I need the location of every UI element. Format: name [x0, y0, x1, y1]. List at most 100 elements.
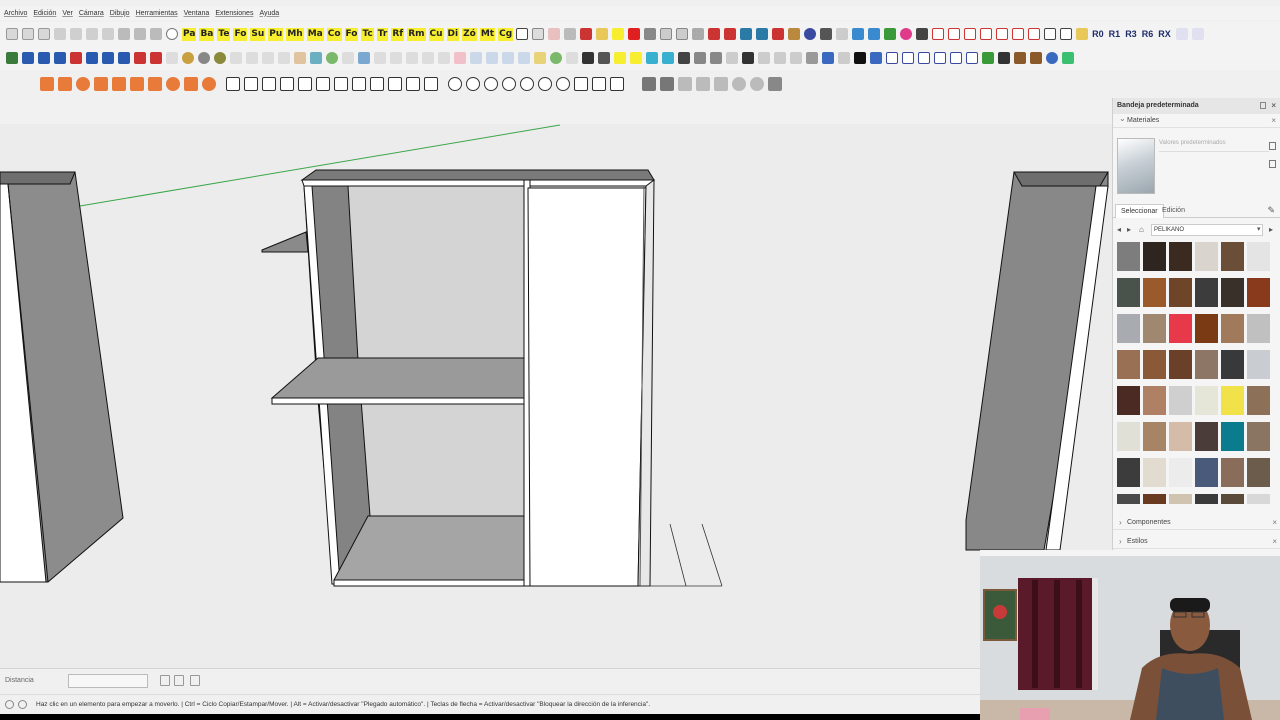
- plugin-icon[interactable]: [950, 52, 962, 64]
- plugin-icon[interactable]: [150, 52, 162, 64]
- plugin-icon[interactable]: [582, 52, 594, 64]
- material-swatch[interactable]: [1117, 350, 1140, 379]
- material-swatch[interactable]: [1221, 278, 1244, 307]
- plugin-icon[interactable]: [772, 28, 785, 40]
- modeling-viewport[interactable]: [0, 98, 1112, 668]
- plugin-icon[interactable]: [86, 52, 98, 64]
- cut-icon[interactable]: [54, 28, 66, 40]
- material-swatch[interactable]: [1169, 458, 1192, 487]
- material-swatch[interactable]: [1169, 350, 1192, 379]
- open-file-icon[interactable]: [22, 28, 34, 40]
- geo-location-icon[interactable]: [5, 700, 14, 709]
- material-swatch[interactable]: [1221, 314, 1244, 343]
- plugin-tag[interactable]: Cu: [428, 27, 444, 41]
- material-swatch[interactable]: [1143, 278, 1166, 307]
- save-icon[interactable]: [38, 28, 50, 40]
- measure-option-icon[interactable]: [160, 675, 170, 686]
- plugin-icon[interactable]: [374, 52, 386, 64]
- plugin-icon[interactable]: [642, 77, 656, 91]
- plugin-tag[interactable]: Fo: [344, 27, 359, 41]
- hardware-icon[interactable]: [484, 77, 498, 91]
- plugin-icon[interactable]: [982, 52, 994, 64]
- plugin-icon[interactable]: [118, 52, 130, 64]
- plugin-icon[interactable]: [660, 28, 673, 40]
- material-swatch[interactable]: [1221, 386, 1244, 415]
- hardware-icon[interactable]: [610, 77, 624, 91]
- material-swatch[interactable]: [1117, 314, 1140, 343]
- hardware-icon[interactable]: [556, 77, 570, 91]
- erase-icon[interactable]: [102, 28, 114, 40]
- plugin-icon[interactable]: [486, 52, 498, 64]
- material-swatch[interactable]: [1143, 494, 1166, 504]
- plugin-icon[interactable]: [676, 28, 689, 40]
- plugin-icon[interactable]: [852, 28, 865, 40]
- hardware-icon[interactable]: [448, 77, 462, 91]
- plugin-icon[interactable]: [1076, 28, 1089, 40]
- plugin-icon[interactable]: [948, 28, 961, 40]
- plugin-icon[interactable]: [662, 52, 674, 64]
- plugin-icon[interactable]: [454, 52, 466, 64]
- hardware-icon[interactable]: [502, 77, 516, 91]
- plugin-icon[interactable]: [710, 52, 722, 64]
- plugin-icon[interactable]: [326, 52, 338, 64]
- select-arrow-icon[interactable]: [22, 52, 34, 64]
- plugin-icon[interactable]: [660, 77, 674, 91]
- material-swatch[interactable]: [1221, 458, 1244, 487]
- plugin-icon[interactable]: [342, 52, 354, 64]
- close-icon[interactable]: ×: [1271, 114, 1276, 128]
- plugin-icon[interactable]: [406, 52, 418, 64]
- plugin-icon[interactable]: [732, 77, 746, 91]
- plugin-icon[interactable]: [438, 52, 450, 64]
- plugin-icon[interactable]: [758, 52, 770, 64]
- hardware-icon[interactable]: [574, 77, 588, 91]
- plugin-tag[interactable]: Te: [217, 27, 231, 41]
- material-swatch[interactable]: [1143, 386, 1166, 415]
- select-arrow-icon[interactable]: [6, 52, 18, 64]
- paste-icon[interactable]: [86, 28, 98, 40]
- back-icon[interactable]: ◂: [1117, 222, 1121, 238]
- material-swatch[interactable]: [1117, 386, 1140, 415]
- hardware-icon[interactable]: [592, 77, 606, 91]
- measurement-input[interactable]: [68, 674, 148, 688]
- plugin-icon[interactable]: [58, 77, 72, 91]
- plugin-icon[interactable]: [646, 52, 658, 64]
- close-icon[interactable]: ×: [1272, 535, 1277, 549]
- rotate-tag[interactable]: R0: [1092, 29, 1104, 39]
- close-icon[interactable]: ×: [1272, 516, 1277, 530]
- plugin-tag[interactable]: Ba: [199, 27, 215, 41]
- close-icon[interactable]: ×: [1271, 98, 1276, 114]
- dimension-icon[interactable]: [532, 28, 545, 40]
- plugin-icon[interactable]: [518, 52, 530, 64]
- plugin-icon[interactable]: [750, 77, 764, 91]
- material-preview[interactable]: [1117, 138, 1155, 194]
- text-tool-icon[interactable]: [516, 28, 529, 40]
- menu-camara[interactable]: Cámara: [79, 10, 104, 17]
- material-swatch[interactable]: [1117, 494, 1140, 504]
- material-swatch[interactable]: [1247, 494, 1270, 504]
- plugin-tag[interactable]: Tc: [361, 27, 374, 41]
- material-swatch[interactable]: [1247, 458, 1270, 487]
- plugin-tag[interactable]: Di: [446, 27, 460, 41]
- plugin-tag[interactable]: Mt: [479, 27, 496, 41]
- material-swatch[interactable]: [1247, 242, 1270, 271]
- plugin-tag[interactable]: Pu: [268, 27, 284, 41]
- measure-option-icon[interactable]: [174, 675, 184, 686]
- plugin-icon[interactable]: [54, 52, 66, 64]
- plugin-tag[interactable]: Mh: [286, 27, 304, 41]
- styles-header[interactable]: Estilos ×: [1113, 535, 1280, 549]
- plugin-tag[interactable]: Su: [250, 27, 266, 41]
- plugin-icon[interactable]: [1046, 52, 1058, 64]
- plugin-tag[interactable]: Tr: [376, 27, 389, 41]
- material-swatch[interactable]: [1117, 242, 1140, 271]
- plugin-icon[interactable]: [854, 52, 866, 64]
- plugin-icon[interactable]: [564, 28, 577, 40]
- material-swatch[interactable]: [1195, 386, 1218, 415]
- plugin-icon[interactable]: [998, 52, 1010, 64]
- plugin-icon[interactable]: [692, 28, 705, 40]
- components-header-row[interactable]: Componentes ×: [1113, 516, 1280, 530]
- chevron-down-icon[interactable]: ▾: [1257, 222, 1261, 238]
- plugin-icon[interactable]: [548, 28, 561, 40]
- plugin-icon[interactable]: [696, 77, 710, 91]
- hardware-icon[interactable]: [538, 77, 552, 91]
- plugin-icon[interactable]: [102, 52, 114, 64]
